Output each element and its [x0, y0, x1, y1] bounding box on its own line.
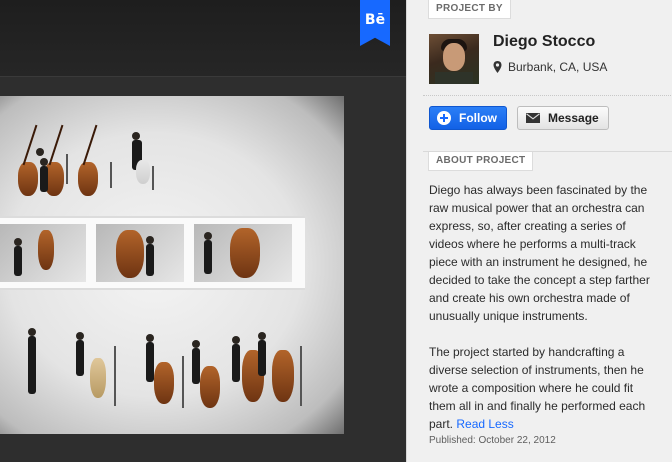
- photo-thumb: [0, 224, 86, 282]
- project-viewer: Bē: [0, 0, 406, 462]
- about-paragraph: Diego has always been fascinated by the …: [429, 183, 650, 323]
- owner-location: Burbank, CA, USA: [493, 60, 607, 74]
- message-button[interactable]: Message: [517, 106, 609, 130]
- published-date: Published: October 22, 2012: [429, 435, 556, 446]
- project-top-bar: [0, 0, 406, 77]
- plus-circle-icon: [437, 111, 451, 125]
- project-image[interactable]: [0, 96, 344, 434]
- owner-location-text: Burbank, CA, USA: [508, 60, 608, 74]
- envelope-icon: [526, 113, 540, 123]
- read-less-link[interactable]: Read Less: [456, 417, 513, 431]
- message-button-label: Message: [548, 111, 599, 125]
- map-pin-icon: [493, 61, 502, 73]
- photo-thumb: [96, 224, 184, 282]
- project-by-label: PROJECT BY: [428, 0, 511, 19]
- photo-thumb: [194, 224, 292, 282]
- behance-logo-text: Bē: [364, 12, 386, 28]
- owner-name[interactable]: Diego Stocco: [493, 33, 595, 51]
- follow-button-label: Follow: [459, 111, 497, 125]
- about-project-description: Diego has always been fascinated by the …: [429, 181, 659, 451]
- about-paragraph: The project started by handcrafting a di…: [429, 343, 659, 433]
- project-sidebar: PROJECT BY Diego Stocco Burbank, CA, USA…: [406, 0, 672, 462]
- owner-avatar[interactable]: [429, 34, 479, 84]
- divider: [423, 95, 672, 96]
- follow-button[interactable]: Follow: [429, 106, 507, 130]
- about-project-label: ABOUT PROJECT: [428, 152, 534, 171]
